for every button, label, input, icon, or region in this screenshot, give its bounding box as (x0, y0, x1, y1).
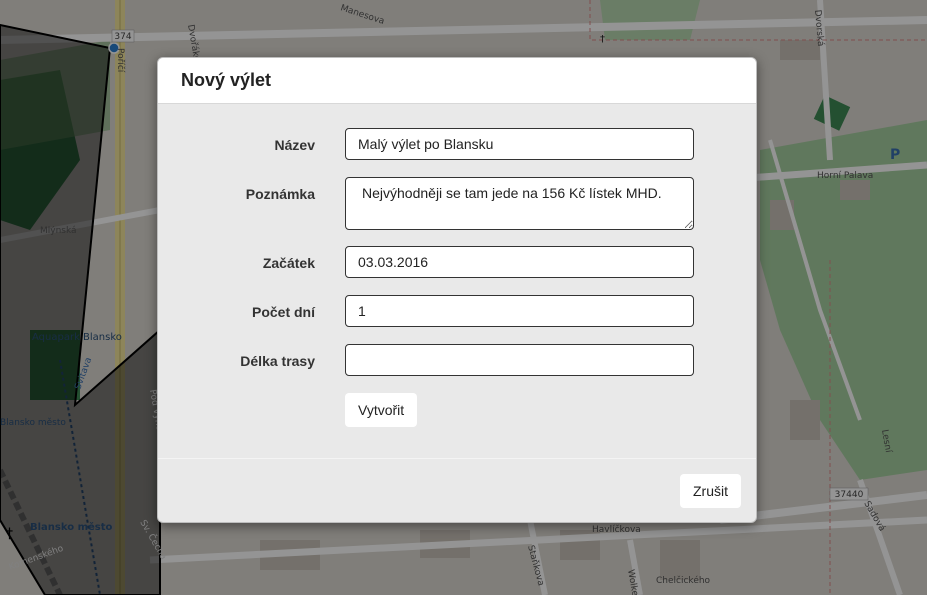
name-input[interactable] (345, 128, 694, 160)
route-length-input[interactable] (345, 344, 694, 376)
cancel-button[interactable]: Zrušit (680, 474, 741, 508)
dialog-header: Nový výlet (158, 58, 756, 104)
create-button[interactable]: Vytvořit (345, 393, 418, 427)
dialog-title: Nový výlet (181, 70, 272, 90)
days-label: Počet dní (251, 304, 315, 320)
start-label: Začátek (262, 255, 315, 271)
dialog-body: Název Poznámka Nejvýhodněji se tam jede … (158, 104, 756, 459)
note-label: Poznámka (245, 186, 315, 202)
name-label: Název (274, 137, 315, 153)
dialog-footer: Zrušit (158, 459, 756, 522)
days-input[interactable] (345, 295, 694, 327)
note-textarea[interactable]: Nejvýhodněji se tam jede na 156 Kč líste… (345, 177, 694, 230)
route-length-label: Délka trasy (240, 353, 315, 369)
start-date-input[interactable] (345, 246, 694, 278)
new-trip-dialog: Nový výlet Název Poznámka Nejvýhodněji s… (157, 57, 757, 523)
